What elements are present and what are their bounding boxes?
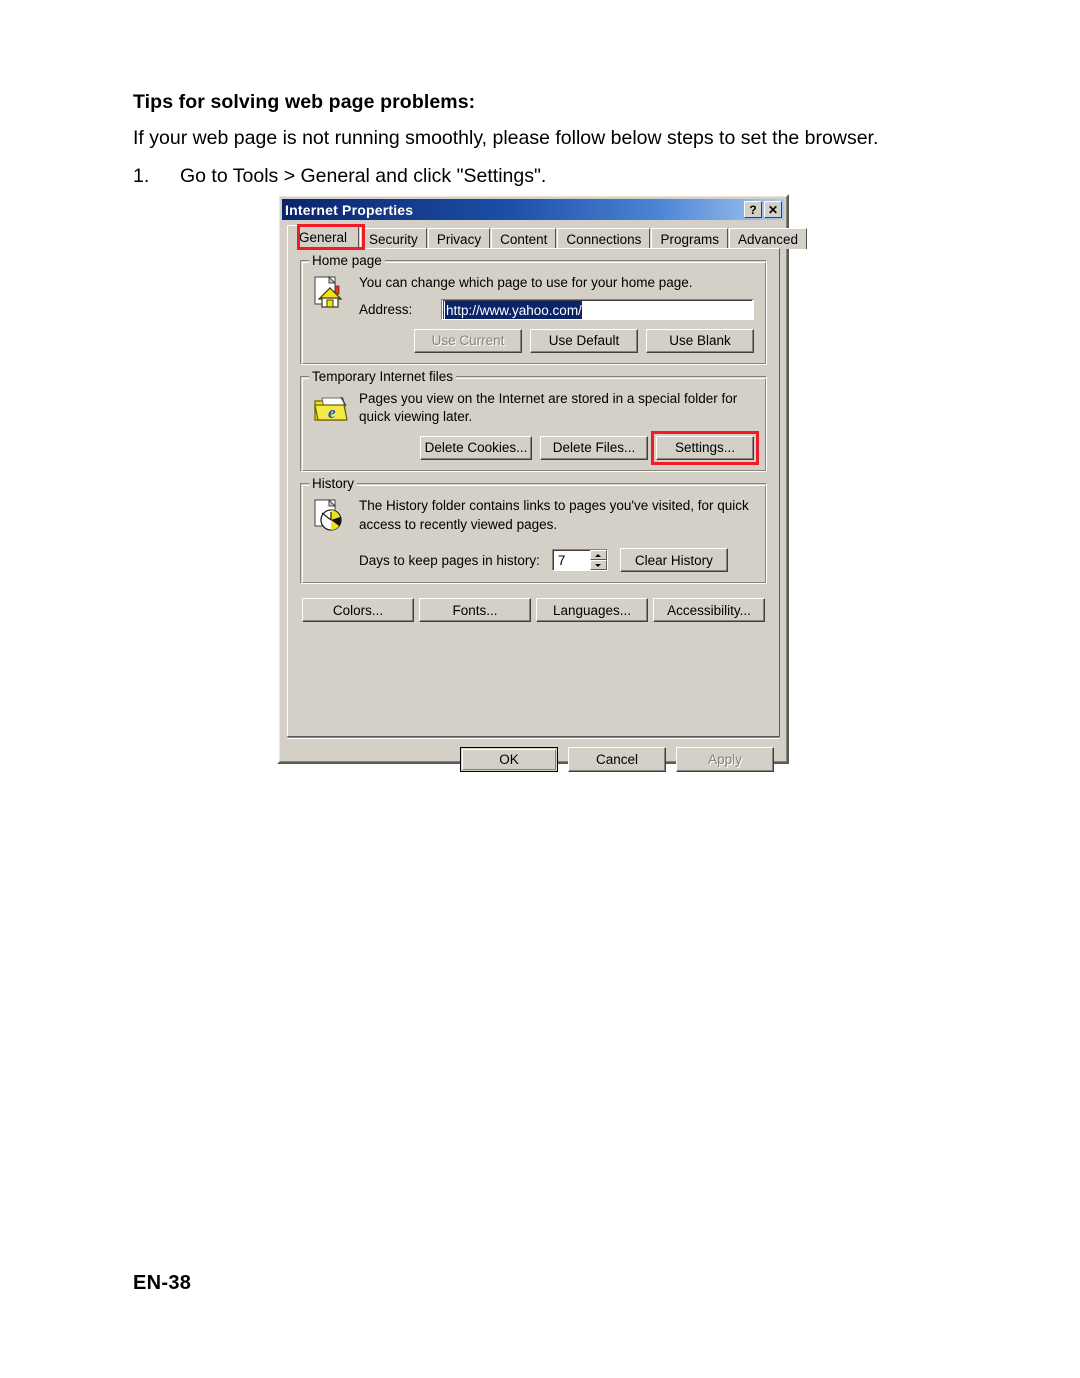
ok-button[interactable]: OK: [460, 747, 558, 772]
days-to-keep-label: Days to keep pages in history:: [359, 552, 540, 568]
tab-advanced[interactable]: Advanced: [728, 228, 807, 249]
home-page-button-row: Use Current Use Default Use Blank: [359, 328, 754, 353]
accessibility-button[interactable]: Accessibility...: [653, 598, 765, 623]
general-tab-panel: Home page You can change which page to u…: [287, 248, 780, 737]
document-text-block: Tips for solving web page problems: If y…: [133, 90, 963, 188]
temporary-internet-files-group: Temporary Internet files e Pages you vie…: [300, 368, 767, 472]
delete-files-button[interactable]: Delete Files...: [540, 435, 648, 460]
tab-strip: General Security Privacy Content Connect…: [287, 224, 807, 250]
tab-general[interactable]: General: [287, 225, 360, 249]
page-title: Tips for solving web page problems:: [133, 91, 476, 113]
use-current-button[interactable]: Use Current: [414, 328, 522, 353]
stepper-down-icon[interactable]: [589, 560, 607, 571]
cancel-button[interactable]: Cancel: [568, 747, 666, 772]
days-to-keep-stepper[interactable]: 7: [551, 549, 608, 572]
page-number-footer: EN-38: [133, 1272, 192, 1294]
tab-content[interactable]: Content: [491, 228, 557, 249]
temp-files-group-title: Temporary Internet files: [309, 368, 457, 384]
dialog-footer-buttons: OK Cancel Apply: [282, 739, 784, 772]
use-blank-button[interactable]: Use Blank: [646, 328, 754, 353]
temporary-internet-files-icon: e: [313, 392, 359, 424]
tab-programs[interactable]: Programs: [651, 228, 728, 249]
history-days-row: Days to keep pages in history: 7 Clear H…: [359, 548, 754, 573]
use-default-button[interactable]: Use Default: [530, 328, 638, 353]
address-row: Address: http://www.yahoo.com/: [359, 298, 754, 320]
history-icon: [313, 498, 359, 532]
home-page-icon: [313, 276, 359, 309]
colors-button[interactable]: Colors...: [302, 598, 414, 623]
step-number: 1.: [133, 164, 150, 187]
fonts-button[interactable]: Fonts...: [419, 598, 531, 623]
tab-connections[interactable]: Connections: [557, 228, 651, 249]
settings-button-highlight-box: Settings...: [651, 430, 759, 465]
dialog-title: Internet Properties: [285, 201, 414, 218]
tab-security[interactable]: Security: [360, 228, 427, 249]
option-buttons-row: Colors... Fonts... Languages... Accessib…: [300, 598, 767, 623]
history-group: History The History folder contains link…: [300, 475, 767, 585]
history-group-title: History: [309, 475, 358, 491]
temp-files-button-row: Delete Cookies... Delete Files... Settin…: [359, 430, 759, 465]
close-icon[interactable]: ✕: [764, 201, 782, 218]
help-icon[interactable]: ?: [744, 201, 762, 218]
history-description: The History folder contains links to pag…: [359, 497, 749, 532]
home-page-group-title: Home page: [309, 253, 385, 268]
intro-paragraph: If your web page is not running smoothly…: [133, 127, 879, 150]
internet-properties-dialog: Internet Properties ? ✕ General Security…: [277, 194, 807, 772]
delete-cookies-button[interactable]: Delete Cookies...: [420, 435, 532, 460]
address-label: Address:: [359, 301, 413, 317]
days-to-keep-value: 7: [552, 550, 590, 571]
stepper-up-icon[interactable]: [589, 550, 607, 561]
apply-button[interactable]: Apply: [676, 747, 774, 772]
step-text: Go to Tools > General and click "Setting…: [180, 164, 547, 187]
address-input[interactable]: http://www.yahoo.com/: [441, 298, 754, 320]
home-page-description: You can change which page to use for you…: [359, 275, 693, 290]
address-input-value: http://www.yahoo.com/: [445, 300, 582, 319]
home-page-group: Home page You can change which page to u…: [300, 253, 767, 365]
settings-button[interactable]: Settings...: [656, 435, 754, 460]
dialog-titlebar[interactable]: Internet Properties ? ✕: [282, 199, 784, 220]
instruction-step-1: 1. Go to Tools > General and click "Sett…: [133, 164, 963, 188]
tab-privacy[interactable]: Privacy: [427, 228, 491, 249]
languages-button[interactable]: Languages...: [536, 598, 648, 623]
svg-text:e: e: [328, 403, 336, 422]
clear-history-button[interactable]: Clear History: [619, 548, 728, 573]
temp-files-description: Pages you view on the Internet are store…: [359, 390, 738, 425]
